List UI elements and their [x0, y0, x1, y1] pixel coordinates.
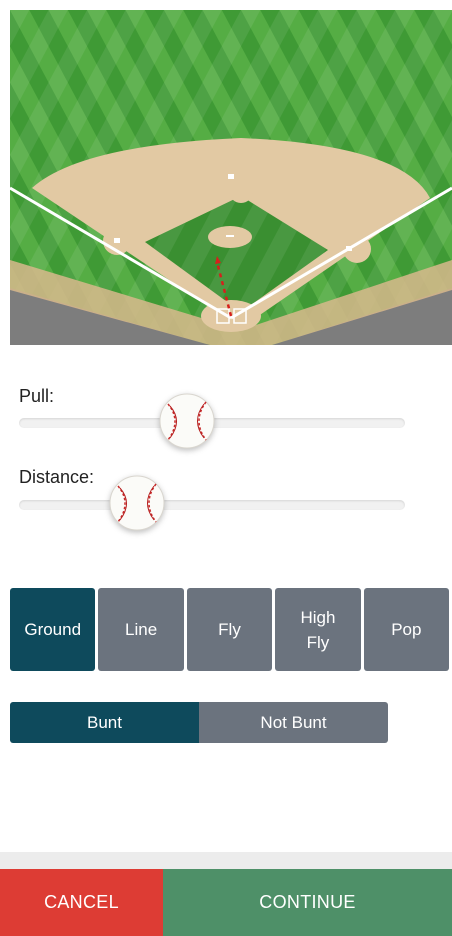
hit-type-ground[interactable]: Ground: [10, 588, 96, 671]
not-bunt-option[interactable]: Not Bunt: [199, 702, 388, 743]
baseball-icon: [159, 393, 215, 449]
footer-divider: [0, 852, 452, 869]
continue-button[interactable]: CONTINUE: [163, 869, 452, 936]
baseball-icon: [109, 475, 165, 531]
bunt-toggle: Bunt Not Bunt: [10, 702, 388, 743]
baseball-field-icon: [10, 10, 452, 345]
pull-slider-thumb[interactable]: [158, 392, 216, 450]
distance-label: Distance:: [19, 467, 95, 487]
distance-slider-track[interactable]: [19, 500, 405, 510]
bunt-option[interactable]: Bunt: [10, 702, 199, 743]
distance-slider-thumb[interactable]: [108, 474, 166, 532]
baseball-field[interactable]: [10, 10, 452, 345]
pull-label: Pull:: [19, 386, 55, 406]
hit-type-pop[interactable]: Pop: [363, 588, 450, 671]
cancel-button[interactable]: CANCEL: [0, 869, 163, 936]
hit-type-line[interactable]: Line: [98, 588, 184, 671]
hit-type-fly[interactable]: Fly: [186, 588, 273, 671]
hit-type-high-fly[interactable]: High Fly: [275, 588, 361, 671]
hit-type-selector: Ground Line Fly High Fly Pop: [10, 588, 450, 671]
